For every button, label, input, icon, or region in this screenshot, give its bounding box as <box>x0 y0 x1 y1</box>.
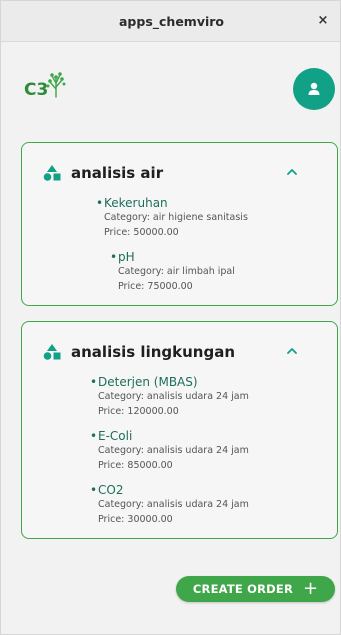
item-name: Kekeruhan <box>104 196 168 210</box>
person-icon <box>308 82 320 95</box>
item-category: Category: analisis udara 24 jam <box>98 499 249 510</box>
window-title: apps_chemviro <box>118 13 225 29</box>
item-category: Category: air higiene sanitasis <box>104 212 248 223</box>
chevron-up-icon[interactable] <box>285 165 299 179</box>
title-bar: apps_chemviro × <box>1 1 340 42</box>
list-item: •CO2 Category: analisis udara 24 jam Pri… <box>90 482 249 527</box>
list-item: •Kekeruhan Category: air higiene sanitas… <box>96 195 248 240</box>
app-window: apps_chemviro × C3 analisis air •Kekeruh… <box>0 0 341 635</box>
c3-logo: C3 <box>24 72 66 99</box>
create-order-label: CREATE ORDER <box>192 582 294 596</box>
category-card-analisis-lingkungan: analisis lingkungan •Deterjen (MBAS) Cat… <box>21 321 338 539</box>
plus-icon: + <box>303 578 319 599</box>
list-item: •Deterjen (MBAS) Category: analisis udar… <box>90 374 249 419</box>
item-name: Deterjen (MBAS) <box>98 375 198 389</box>
card-header[interactable]: analisis air <box>43 162 321 184</box>
item-category: Category: analisis udara 24 jam <box>98 445 249 456</box>
item-price: Price: 30000.00 <box>98 513 173 525</box>
create-order-button[interactable]: CREATE ORDER + <box>176 576 335 602</box>
list-item: •pH Category: air limbah ipal Price: 750… <box>110 249 235 294</box>
category-shapes-icon <box>43 165 61 181</box>
card-title: analisis lingkungan <box>71 343 235 361</box>
item-name: pH <box>118 250 135 264</box>
item-name: CO2 <box>98 483 124 497</box>
item-price: Price: 120000.00 <box>98 405 179 417</box>
category-card-analisis-air: analisis air •Kekeruhan Category: air hi… <box>21 142 338 306</box>
card-header[interactable]: analisis lingkungan <box>43 341 321 363</box>
item-category: Category: analisis udara 24 jam <box>98 391 249 402</box>
item-price: Price: 75000.00 <box>118 280 193 292</box>
logo-text: C3 <box>24 80 48 99</box>
item-category: Category: air limbah ipal <box>118 266 235 277</box>
item-name: E-Coli <box>98 429 133 443</box>
avatar-button[interactable] <box>293 68 335 110</box>
category-shapes-icon <box>43 344 61 360</box>
chevron-up-icon[interactable] <box>285 344 299 358</box>
list-item: •E-Coli Category: analisis udara 24 jam … <box>90 428 249 473</box>
close-icon[interactable]: × <box>314 12 332 30</box>
item-price: Price: 85000.00 <box>98 459 173 471</box>
item-price: Price: 50000.00 <box>104 226 179 238</box>
card-title: analisis air <box>71 164 164 182</box>
